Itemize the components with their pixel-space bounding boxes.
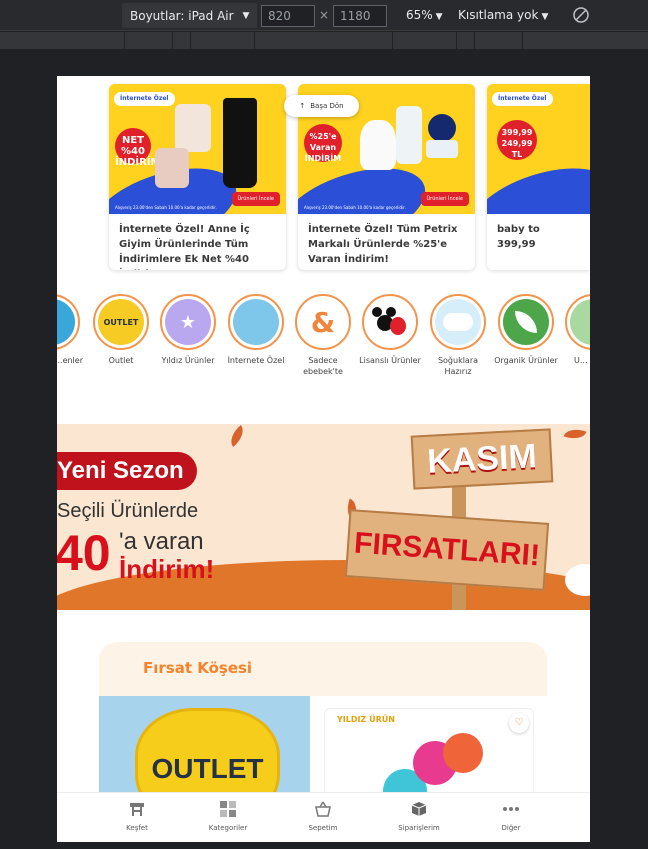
promo-tag: İnternete Özel — [492, 92, 553, 106]
yildiz-urun-badge: YILDIZ ÜRÜN — [337, 715, 395, 724]
category-item-internet[interactable]: İnternete Özel — [223, 294, 289, 366]
nav-label: Diğer — [501, 824, 521, 832]
banner-percent: 40 — [57, 525, 111, 581]
shop-icon — [130, 803, 144, 816]
promo-carousel: İnternete Özel NET %40 İNDİRİM Alışveriş… — [57, 76, 590, 276]
banner-subtitle: Seçili Ürünlerde — [57, 500, 199, 522]
category-label: Yıldız Ürünler — [161, 356, 215, 365]
nav-label: Siparişlerim — [398, 824, 440, 832]
width-input[interactable]: 820 — [261, 5, 315, 27]
banner-varan: 'a varan — [119, 528, 204, 555]
outlet-icon: OUTLET — [98, 299, 144, 345]
yeni-sezon-pill: Yeni Sezon — [57, 452, 197, 490]
promo-cta-button[interactable]: Ürünleri İncele — [231, 192, 280, 206]
mickey-minnie-icon — [367, 299, 413, 345]
category-icon — [57, 299, 75, 345]
chevron-down-icon: ▼ — [541, 12, 549, 22]
basket-icon — [315, 801, 331, 817]
nav-kesfet[interactable]: Keşfet — [97, 801, 177, 832]
throttle-label: Kısıtlama yok — [458, 8, 539, 22]
promo-title: İnternete Özel! Anne İç Giyim Ürünlerind… — [119, 224, 250, 270]
back-to-top-button[interactable]: ↑ Başa Dön — [284, 95, 359, 117]
kasim-firsatlari-banner[interactable]: Yeni Sezon Seçili Ürünlerde 40 'a varan … — [57, 424, 590, 610]
dimension-separator: × — [319, 8, 330, 22]
category-icon — [570, 299, 590, 345]
cloud-icon — [435, 299, 481, 345]
zoom-select[interactable]: 65% ▼ — [406, 8, 443, 22]
promo-tag: İnternete Özel — [114, 92, 175, 106]
bottom-navigation: Keşfet Kategoriler Sepetim Siparişlerim … — [57, 792, 590, 842]
category-item-soguk[interactable]: Soğuklara Hazırız — [425, 294, 491, 377]
promo-cta-button[interactable]: Ürünleri İncele — [420, 192, 469, 206]
chevron-down-icon: ▼ — [435, 12, 443, 22]
promo-fineprint: Alışveriş 23.00'den Sabah 10.00'a kadar … — [304, 205, 406, 210]
heart-icon[interactable]: ♡ — [509, 713, 529, 733]
category-carousel: ...enler OUTLET Outlet ★ Yıldız Ürünler … — [57, 294, 590, 386]
section-title: Fırsat Köşesi — [143, 659, 253, 677]
category-label: Sadece ebebek'te — [303, 356, 343, 376]
promo-fineprint: Alışveriş 23.00'den Sabah 10.00'a kadar … — [115, 205, 217, 210]
device-label: Boyutlar: iPad Air — [130, 8, 234, 23]
ebebek-logo-icon: & — [300, 299, 346, 345]
back-to-top-label: Başa Dön — [310, 102, 344, 110]
media-query-ruler — [0, 32, 648, 50]
category-item-sadece[interactable]: & Sadece ebebek'te — [290, 294, 356, 377]
category-label: İnternete Özel — [227, 356, 285, 365]
nav-diger[interactable]: Diğer — [471, 801, 551, 832]
category-item-organik[interactable]: Organik Ürünler — [493, 294, 559, 366]
promo-card[interactable]: İnternete Özel NET %40 İNDİRİM Alışveriş… — [109, 84, 286, 270]
nav-siparislerim[interactable]: Siparişlerim — [379, 801, 459, 832]
category-label: ...enler — [57, 356, 83, 365]
promo-title: baby to 399,99 — [497, 224, 540, 250]
category-label: Lisanslı Ürünler — [359, 356, 421, 365]
rotate-icon[interactable] — [572, 6, 590, 24]
grid-icon — [220, 801, 236, 817]
category-item-partial[interactable]: U... Tulu... — [560, 294, 590, 366]
category-label: U... Tulu... — [574, 356, 590, 365]
nav-label: Sepetim — [308, 824, 338, 832]
arrow-up-icon: ↑ — [299, 102, 306, 110]
leaf-icon — [503, 299, 549, 345]
height-input[interactable]: 1180 — [333, 5, 387, 27]
nav-label: Kategoriler — [208, 824, 248, 832]
throttle-select[interactable]: Kısıtlama yok ▼ — [458, 8, 548, 22]
category-item-outlet[interactable]: OUTLET Outlet — [88, 294, 154, 366]
discount-badge: NET %40 İNDİRİM — [115, 128, 160, 168]
star-icon: ★ — [165, 299, 211, 345]
promo-image: İnternete Özel NET %40 İNDİRİM Alışveriş… — [109, 84, 286, 214]
firsatlari-sign: FIRSATLARI! — [344, 509, 550, 591]
category-item-yildiz[interactable]: ★ Yıldız Ürünler — [155, 294, 221, 366]
chevron-down-icon: ▼ — [242, 10, 250, 21]
category-item-lisansli[interactable]: Lisanslı Ürünler — [357, 294, 423, 366]
nav-kategoriler[interactable]: Kategoriler — [188, 801, 268, 832]
price-badge: 399,99 249,99 TL — [497, 120, 537, 160]
category-label: Organik Ürünler — [494, 356, 558, 365]
promo-image: İnternete Özel 399,99 249,99 TL — [487, 84, 590, 214]
category-label: Outlet — [108, 356, 134, 365]
discount-badge: %25'e Varan İNDİRİM — [304, 124, 342, 163]
nav-sepetim[interactable]: Sepetim — [283, 801, 363, 832]
package-icon — [411, 802, 427, 816]
device-select[interactable]: Boyutlar: iPad Air ▼ — [122, 3, 258, 28]
category-item[interactable]: ...enler — [57, 294, 85, 366]
device-viewport: İnternete Özel NET %40 İNDİRİM Alışveriş… — [57, 76, 590, 842]
banner-indirim: İndirim! — [119, 554, 215, 584]
nav-label: Keşfet — [126, 824, 148, 832]
category-label: Soğuklara Hazırız — [437, 356, 479, 376]
devtools-device-toolbar: Boyutlar: iPad Air ▼ 820 × 1180 65% ▼ Kıs… — [0, 0, 648, 31]
promo-title: İnternete Özel! Tüm Petrix Markalı Ürünl… — [308, 224, 458, 265]
more-icon — [503, 807, 519, 811]
promo-card[interactable]: İnternete Özel 399,99 249,99 TL baby to … — [487, 84, 590, 270]
kasim-sign: KASIM — [410, 428, 554, 490]
zoom-label: 65% — [406, 8, 433, 22]
outlet-logo: OUTLET — [151, 753, 264, 784]
online-shopping-icon — [233, 299, 279, 345]
